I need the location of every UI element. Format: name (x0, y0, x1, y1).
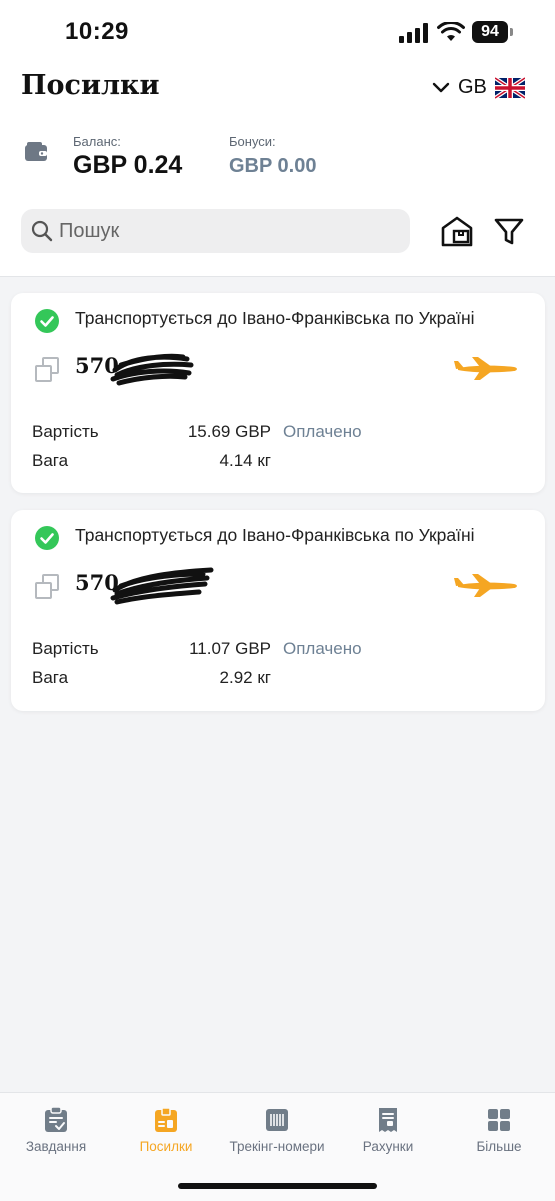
weight-value: 4.14 кг (219, 451, 271, 470)
redaction-scribble (110, 567, 214, 605)
bonuses-label: Бонуси: (229, 134, 276, 149)
payment-status: Оплачено (283, 639, 362, 658)
tasks-icon (45, 1107, 67, 1132)
search-bar (21, 209, 410, 253)
cost-label: Вартість (32, 639, 99, 658)
filter-icon[interactable] (492, 214, 526, 248)
barcode-icon (266, 1109, 288, 1131)
cost-label: Вартість (32, 422, 99, 441)
cost-value: 11.07 GBP (189, 639, 271, 658)
header-area: 10:29 94 Посилки GB Баланс: GBP 0.24 Бон… (0, 0, 555, 277)
copy-icon[interactable] (33, 356, 61, 384)
uk-flag-icon (494, 76, 525, 99)
tab-label: Завдання (25, 1139, 87, 1154)
bonuses-value: GBP 0.00 (229, 155, 317, 177)
airplane-icon (454, 574, 517, 597)
tab-more[interactable]: Більше (444, 1107, 554, 1154)
copy-icon[interactable] (33, 573, 61, 601)
check-circle-icon (35, 309, 59, 333)
tab-label: Рахунки (362, 1139, 414, 1154)
cost-value: 15.69 GBP (187, 422, 271, 441)
tab-tasks[interactable]: Завдання (1, 1107, 111, 1154)
parcels-icon (155, 1107, 177, 1132)
parcel-card[interactable]: Транспортується до Івано-Франківська по … (11, 293, 545, 493)
battery-tip (510, 28, 513, 36)
home-indicator[interactable] (178, 1183, 377, 1189)
weight-label: Вага (32, 451, 69, 470)
grid-icon (488, 1109, 510, 1131)
balance-value: GBP 0.24 (73, 151, 183, 179)
tab-invoices[interactable]: Рахунки (333, 1107, 443, 1154)
tab-tracking-numbers[interactable]: Трекінг-номери (222, 1107, 332, 1154)
parcel-status: Транспортується до Івано-Франківська по … (75, 308, 475, 328)
tab-label: Більше (476, 1139, 522, 1154)
invoice-icon (379, 1108, 397, 1132)
warehouse-icon[interactable] (440, 214, 474, 248)
page-title: Посилки (21, 70, 160, 101)
redaction-scribble (110, 353, 194, 386)
cellular-signal-icon (399, 23, 428, 43)
region-code: GB (458, 76, 487, 98)
tab-label: Трекінг-номери (229, 1139, 325, 1154)
chevron-down-icon (432, 82, 450, 92)
airplane-icon (454, 357, 517, 380)
wallet-icon (25, 142, 47, 161)
search-icon (31, 220, 53, 242)
status-time: 10:29 (65, 18, 129, 45)
weight-value: 2.92 кг (219, 668, 271, 687)
search-input[interactable] (59, 209, 399, 253)
wifi-icon (437, 22, 465, 41)
battery-indicator: 94 (472, 21, 508, 43)
parcel-status: Транспортується до Івано-Франківська по … (75, 525, 475, 545)
tab-parcels[interactable]: Посилки (111, 1107, 221, 1154)
payment-status: Оплачено (283, 422, 362, 441)
balance-label: Баланс: (73, 134, 121, 149)
tab-label: Посилки (139, 1139, 193, 1154)
parcel-card[interactable]: Транспортується до Івано-Франківська по … (11, 510, 545, 711)
status-bar: 10:29 94 (0, 0, 555, 64)
weight-label: Вага (32, 668, 69, 687)
region-selector[interactable]: GB (432, 76, 525, 99)
check-circle-icon (35, 526, 59, 550)
